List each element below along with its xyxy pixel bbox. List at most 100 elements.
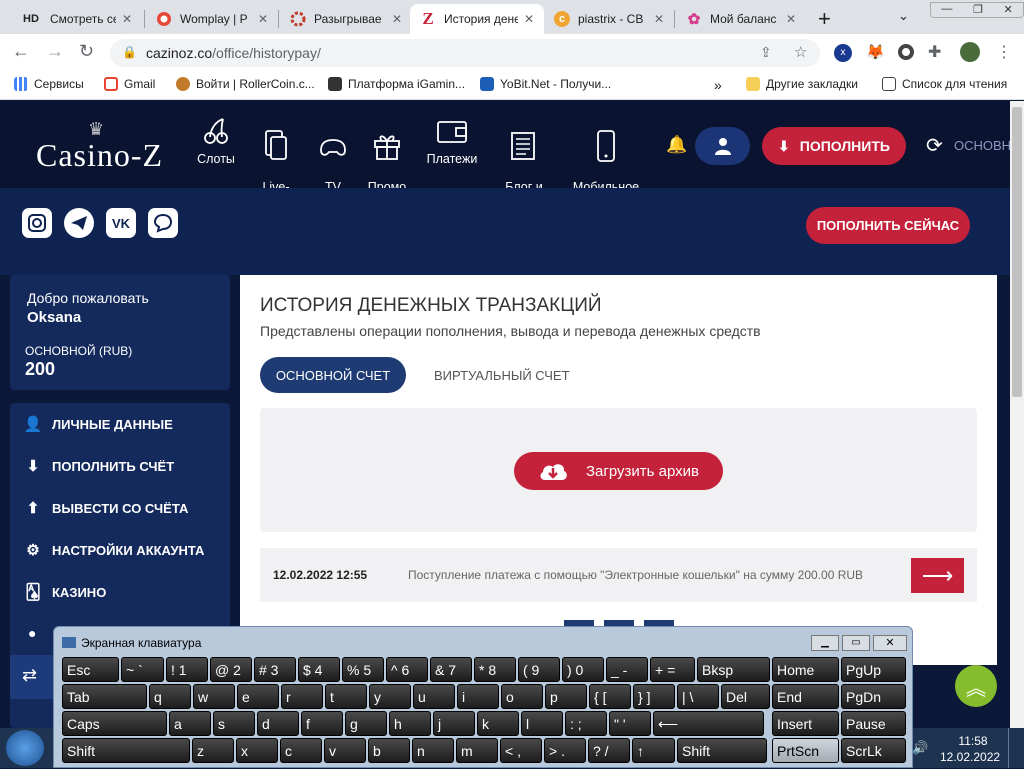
other-bookmarks[interactable]: Другие закладки xyxy=(746,77,858,91)
deposit-now-button[interactable]: ПОПОЛНИТЬ СЕЙЧАС xyxy=(806,207,970,244)
key-sym-1[interactable]: ! 1 xyxy=(166,657,208,682)
nav-payments[interactable]: Платежи xyxy=(420,113,484,167)
key-home[interactable]: Home xyxy=(772,657,839,682)
key-sym-8[interactable]: * 8 xyxy=(474,657,516,682)
key-bksp[interactable]: Bksp xyxy=(697,657,770,682)
key-del[interactable]: Del xyxy=(721,684,770,709)
show-desktop-button[interactable] xyxy=(1008,728,1024,768)
scroll-top-button[interactable]: ︽ xyxy=(955,665,997,707)
bookmark-services[interactable]: Сервисы xyxy=(14,77,84,91)
instagram-icon[interactable] xyxy=(22,208,52,238)
key-caps[interactable]: Caps xyxy=(62,711,167,736)
profile-avatar[interactable] xyxy=(960,42,980,62)
forward-icon[interactable]: → xyxy=(46,41,64,62)
key-t[interactable]: t xyxy=(325,684,367,709)
close-icon[interactable]: ✕ xyxy=(258,12,268,26)
close-icon[interactable]: ✕ xyxy=(654,12,664,26)
key-v[interactable]: v xyxy=(324,738,366,763)
close-icon[interactable]: ✕ xyxy=(122,12,132,26)
key-sym-6[interactable]: ^ 6 xyxy=(386,657,428,682)
key-pause[interactable]: Pause xyxy=(841,711,906,736)
minimize-icon[interactable]: — xyxy=(941,3,952,17)
key-x[interactable]: x xyxy=(236,738,278,763)
bookmark-rollercoin[interactable]: Войти | RollerCoin.c... xyxy=(176,77,315,91)
key-sym-9[interactable]: ( 9 xyxy=(518,657,560,682)
key-q[interactable]: q xyxy=(149,684,191,709)
start-button[interactable] xyxy=(6,730,44,766)
vk-icon[interactable]: VK xyxy=(106,208,136,238)
key-j[interactable]: j xyxy=(433,711,475,736)
refresh-icon[interactable]: ⟳ xyxy=(926,133,943,158)
key-u[interactable]: u xyxy=(413,684,455,709)
tab-virtual-account[interactable]: ВИРТУАЛЬНЫЙ СЧЕТ xyxy=(434,368,570,383)
transaction-details-button[interactable]: ⟶ xyxy=(911,558,964,593)
bookmark-star-icon[interactable]: ☆ xyxy=(794,43,807,61)
key-g[interactable]: g xyxy=(345,711,387,736)
key-sym-sym[interactable]: { [ xyxy=(589,684,631,709)
sidebar-item-personal[interactable]: 👤 ЛИЧНЫЕ ДАННЫЕ xyxy=(22,415,173,433)
reload-icon[interactable]: ↻ xyxy=(79,41,94,62)
key-p[interactable]: p xyxy=(545,684,587,709)
browser-tab[interactable]: c piastrix - CB ✕ xyxy=(544,4,674,34)
key-tab[interactable]: Tab xyxy=(62,684,147,709)
key-l[interactable]: l xyxy=(521,711,563,736)
key-sym-sym[interactable]: | \ xyxy=(677,684,719,709)
transfer-highlight[interactable]: ⇄ xyxy=(10,655,56,699)
key-insert[interactable]: Insert xyxy=(772,711,839,736)
nav-slots[interactable]: Слоты xyxy=(190,113,242,167)
bookmark-igaming[interactable]: Платформа iGamin... xyxy=(328,77,465,91)
key-shift[interactable]: Shift xyxy=(677,738,767,763)
bookmark-yobit[interactable]: YoBit.Net - Получи... xyxy=(480,77,611,91)
casino-z-logo[interactable]: Casino-Z xyxy=(36,137,163,174)
key-sym--[interactable]: _ - xyxy=(606,657,648,682)
key-sym-7[interactable]: & 7 xyxy=(430,657,472,682)
key-pgup[interactable]: PgUp xyxy=(841,657,906,682)
key-sym-0[interactable]: ) 0 xyxy=(562,657,604,682)
key-esc[interactable]: Esc xyxy=(62,657,119,682)
browser-tab[interactable]: Разыгрывае ✕ xyxy=(280,4,412,34)
browser-menu-icon[interactable]: ⋮ xyxy=(996,42,1012,62)
sidebar-item-withdraw[interactable]: ⬆ ВЫВЕСТИ СО СЧЁТА xyxy=(22,499,189,517)
key-i[interactable]: i xyxy=(457,684,499,709)
key-o[interactable]: o xyxy=(501,684,543,709)
key-w[interactable]: w xyxy=(193,684,235,709)
scrollbar-thumb[interactable] xyxy=(1012,107,1022,397)
key-k[interactable]: k xyxy=(477,711,519,736)
bookmarks-overflow[interactable]: » xyxy=(714,77,722,93)
key-e[interactable]: e xyxy=(237,684,279,709)
key-z[interactable]: z xyxy=(192,738,234,763)
key-sym-sym[interactable]: + = xyxy=(650,657,695,682)
key-sym-sym[interactable]: " ' xyxy=(609,711,651,736)
metamask-icon[interactable]: 🦊 xyxy=(866,43,885,61)
key-n[interactable]: n xyxy=(412,738,454,763)
deposit-button[interactable]: ⬇ ПОПОЛНИТЬ xyxy=(762,127,906,165)
extension-x-icon[interactable]: x xyxy=(834,44,852,62)
key-end[interactable]: End xyxy=(772,684,839,709)
reading-list[interactable]: Список для чтения xyxy=(882,77,1007,91)
key-shift[interactable]: Shift xyxy=(62,738,190,763)
browser-tab-active[interactable]: Z История дене ✕ xyxy=(410,4,544,34)
sidebar-item-settings[interactable]: ⚙ НАСТРОЙКИ АККАУНТА xyxy=(22,541,204,559)
tab-main-account[interactable]: ОСНОВНОЙ СЧЕТ xyxy=(260,357,406,393)
key-scrlk[interactable]: ScrLk xyxy=(841,738,906,763)
tab-search-icon[interactable]: ⌄ xyxy=(898,8,909,24)
bell-icon[interactable]: 🔔 xyxy=(666,135,687,155)
share-icon[interactable]: ⇪ xyxy=(760,44,772,61)
extensions-puzzle-icon[interactable]: ✚ xyxy=(928,42,941,62)
browser-tab[interactable]: ✿ Мой баланс ✕ xyxy=(676,4,806,34)
profile-button[interactable] xyxy=(695,127,750,165)
clock-date[interactable]: 12.02.2022 xyxy=(940,750,1000,764)
key-sym-sym[interactable]: ? / xyxy=(588,738,630,763)
close-icon[interactable]: ✕ xyxy=(392,12,402,26)
key-d[interactable]: d xyxy=(257,711,299,736)
clock-time[interactable]: 11:58 xyxy=(948,734,998,748)
key-sym-2[interactable]: @ 2 xyxy=(210,657,252,682)
key-sym-sym[interactable]: > . xyxy=(544,738,586,763)
key-sym-sym[interactable]: } ] xyxy=(633,684,675,709)
key-f[interactable]: f xyxy=(301,711,343,736)
key-a[interactable]: a xyxy=(169,711,211,736)
volume-icon[interactable]: 🔊 xyxy=(912,740,928,756)
close-window-icon[interactable]: ✕ xyxy=(1003,3,1012,17)
extension-circle-icon[interactable] xyxy=(898,44,914,60)
key-m[interactable]: m xyxy=(456,738,498,763)
